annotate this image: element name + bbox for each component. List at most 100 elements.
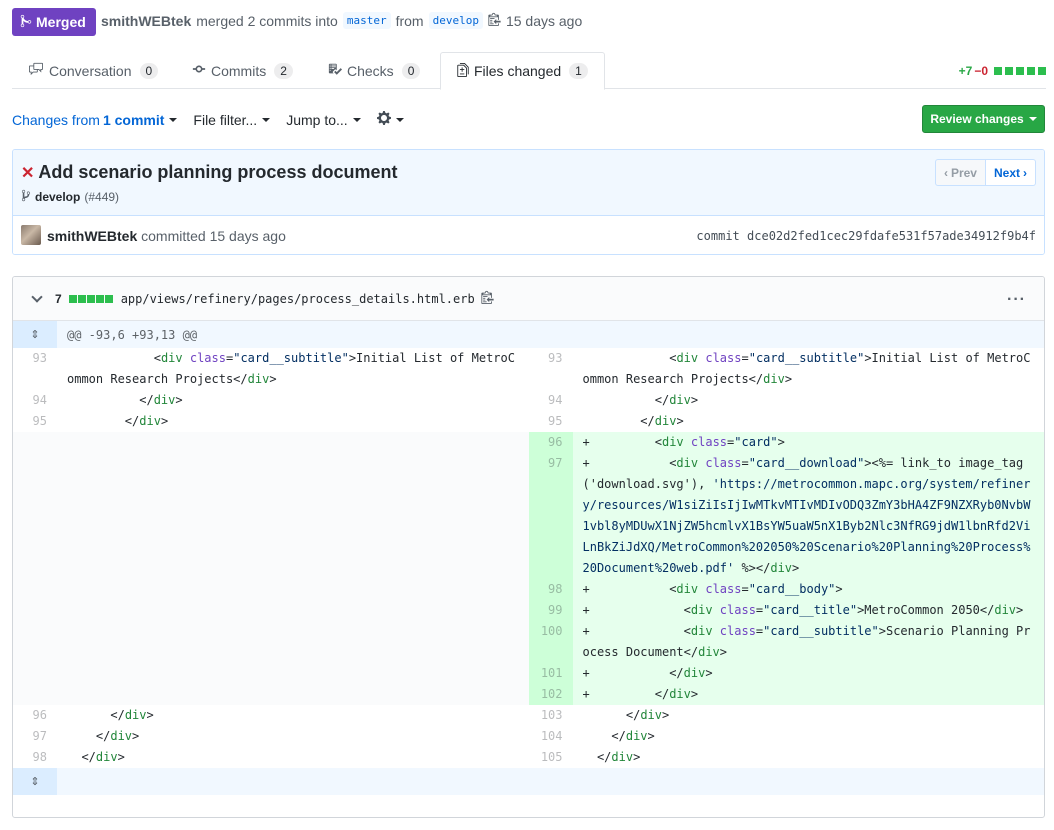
line-number[interactable]: 95 — [13, 411, 57, 432]
avatar[interactable] — [21, 225, 41, 245]
code-line: + <div class="card__download"><%= link_t… — [582, 456, 1031, 575]
line-number-empty — [13, 579, 57, 600]
commit-author-name[interactable]: smithWEBtek — [47, 228, 137, 244]
code-line-empty — [57, 432, 529, 453]
line-number[interactable]: 96 — [528, 432, 573, 453]
diff-settings-dropdown[interactable] — [376, 110, 404, 129]
commit-header: ✕ Add scenario planning process document… — [13, 150, 1044, 216]
code-line: + <div class="card__title">MetroCommon 2… — [582, 603, 1024, 617]
commit-time: committed 15 days ago — [141, 228, 286, 244]
diff-right-added: 99 + <div class="card__title">MetroCommon… — [528, 600, 1044, 621]
copy-path-icon[interactable] — [481, 290, 494, 307]
line-number-empty — [13, 621, 57, 663]
line-number-empty — [13, 684, 57, 705]
file-filter-dropdown[interactable]: File filter... — [193, 112, 271, 128]
review-changes-button[interactable]: Review changes — [922, 105, 1045, 133]
diff-right-added: 98 + <div class="card__body"> — [528, 579, 1044, 600]
git-branch-icon — [21, 189, 31, 205]
diff-left: 97 </div> — [13, 726, 529, 747]
x-icon[interactable]: ✕ — [21, 163, 34, 183]
from-text: from — [395, 12, 424, 29]
line-number[interactable]: 103 — [529, 705, 573, 726]
diffstat-block — [77, 294, 86, 303]
prev-commit-button[interactable]: ‹ Prev — [934, 159, 986, 186]
code-line: </div> — [67, 708, 154, 722]
branch-name[interactable]: develop — [35, 190, 80, 204]
diff-right-added: 100 + <div class="card__subtitle">Scenari… — [528, 621, 1044, 663]
checklist-icon — [328, 62, 342, 79]
code-line: </div> — [582, 729, 655, 743]
pr-time: 15 days ago — [505, 12, 583, 29]
diff-row: 97 </div> 104 </div> — [13, 726, 1044, 747]
chevron-left-icon: ‹ — [943, 165, 948, 180]
diffstat-block — [1016, 67, 1024, 75]
code-line: + <div class="card"> — [582, 435, 785, 449]
line-number[interactable]: 94 — [13, 390, 57, 411]
diff-row: 97 + <div class="card__download"><%= link… — [13, 453, 1044, 579]
file-diffstat — [68, 292, 113, 306]
line-number[interactable]: 101 — [528, 663, 573, 684]
diff-right: 105 </div> — [529, 747, 1045, 768]
line-number[interactable]: 93 — [529, 348, 573, 390]
line-number[interactable]: 94 — [529, 390, 573, 411]
tab-conversation[interactable]: Conversation 0 — [12, 52, 174, 89]
diff-right: 103 </div> — [529, 705, 1045, 726]
pr-tabs: Conversation 0 Commits 2 Checks 0 Files … — [12, 52, 1046, 90]
commit-sha-label: commit — [696, 229, 740, 243]
code-line: <div class="card__subtitle">Initial List… — [67, 351, 515, 386]
line-number[interactable]: 104 — [529, 726, 573, 747]
expand-icon[interactable]: ⇕ — [13, 321, 57, 348]
tab-commits[interactable]: Commits 2 — [176, 52, 309, 89]
file-diff: 7 app/views/refinery/pages/process_detai… — [12, 276, 1045, 818]
pr-author-link[interactable]: smithWEBtek — [101, 13, 191, 29]
line-number[interactable]: 96 — [13, 705, 57, 726]
caret-down-icon — [169, 117, 178, 122]
line-number[interactable]: 105 — [529, 747, 573, 768]
changes-from-dropdown[interactable]: Changes from 1 commit — [12, 111, 178, 128]
line-number[interactable]: 95 — [529, 411, 573, 432]
commit-icon — [192, 62, 206, 79]
expand-icon[interactable]: ⇕ — [13, 768, 57, 795]
diffstat-block — [95, 294, 104, 303]
chevron-right-icon: › — [1023, 165, 1027, 180]
commit-title: ✕ Add scenario planning process document — [21, 162, 397, 183]
file-path[interactable]: app/views/refinery/pages/process_details… — [121, 292, 475, 306]
line-number[interactable]: 97 — [528, 453, 573, 579]
caret-down-icon — [1028, 117, 1037, 121]
line-number[interactable]: 93 — [13, 348, 57, 390]
jump-to-dropdown[interactable]: Jump to... — [286, 112, 361, 128]
copy-branch-icon[interactable] — [488, 12, 501, 29]
tab-checks[interactable]: Checks 0 — [312, 52, 436, 89]
diff-right: 94 </div> — [529, 390, 1045, 411]
line-number[interactable]: 97 — [13, 726, 57, 747]
kebab-menu-icon[interactable]: ··· — [1007, 291, 1026, 309]
code-line: </div> — [582, 414, 684, 428]
code-line: + <div class="card__subtitle">Scenario P… — [582, 624, 1031, 659]
pr-number[interactable]: (#449) — [84, 190, 119, 204]
deletions-count: −0 — [974, 64, 988, 78]
file-changes-count: 7 — [55, 291, 62, 306]
commit-title-text[interactable]: Add scenario planning process document — [38, 162, 397, 183]
diffstat-block — [1038, 67, 1046, 75]
code-line: </div> — [67, 729, 140, 743]
commit-sha-value[interactable]: dce02d2fed1cec29fdafe531f57ade34912f9b4f — [747, 229, 1036, 243]
pr-meta: smithWEBtek merged 2 commits into master… — [101, 12, 582, 29]
line-number[interactable]: 99 — [528, 600, 573, 621]
line-number[interactable]: 102 — [528, 684, 573, 705]
diff-right-added: 97 + <div class="card__download"><%= link… — [528, 453, 1044, 579]
next-commit-button[interactable]: Next › — [985, 159, 1036, 186]
changes-prefix: Changes from — [12, 111, 100, 128]
code-line-empty — [57, 453, 529, 579]
head-branch[interactable]: develop — [428, 12, 483, 29]
line-number[interactable]: 98 — [13, 747, 57, 768]
diff-left-empty — [13, 453, 529, 579]
diffstat-block — [994, 67, 1002, 75]
base-branch[interactable]: master — [342, 12, 391, 29]
line-number[interactable]: 100 — [528, 621, 573, 663]
caret-down-icon — [262, 117, 271, 122]
chevron-down-icon[interactable] — [31, 290, 43, 303]
tab-files-changed[interactable]: Files changed 1 — [440, 52, 605, 90]
code-line-empty — [57, 579, 529, 600]
line-number[interactable]: 98 — [528, 579, 573, 600]
diff-row: 96 </div> 103 </div> — [13, 705, 1044, 726]
